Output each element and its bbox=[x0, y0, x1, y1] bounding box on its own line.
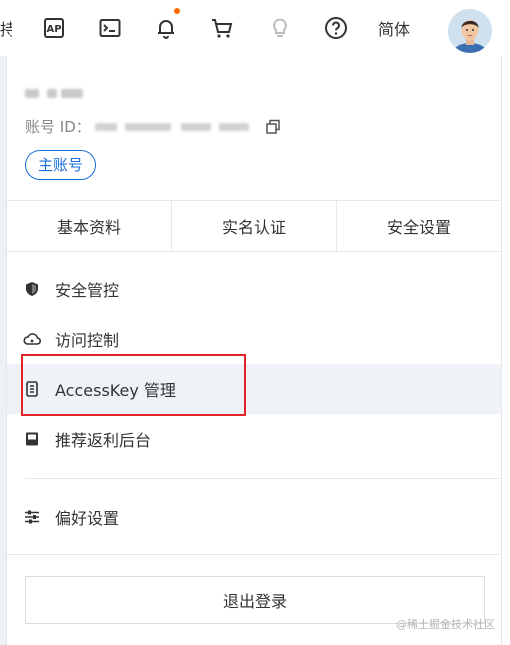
menu-item-label: 安全管控 bbox=[55, 281, 120, 300]
account-tabs: 基本资料 实名认证 安全设置 bbox=[7, 200, 501, 252]
sliders-icon bbox=[23, 508, 41, 526]
menu-item-preferences[interactable]: 偏好设置 bbox=[7, 492, 501, 542]
terminal-icon[interactable] bbox=[92, 10, 128, 46]
logout-divider bbox=[7, 554, 501, 555]
bell-icon[interactable] bbox=[148, 8, 184, 46]
cart-icon[interactable] bbox=[204, 10, 240, 46]
tab-security-settings[interactable]: 安全设置 bbox=[337, 201, 501, 251]
bulb-icon[interactable] bbox=[262, 10, 298, 46]
svg-text:AP: AP bbox=[46, 24, 61, 35]
folder-icon bbox=[23, 430, 41, 448]
notification-dot bbox=[174, 8, 180, 14]
menu-item-label: 推荐返利后台 bbox=[55, 431, 152, 450]
top-navigation-bar: 持 AP 简体 bbox=[0, 0, 510, 56]
tab-basic-info[interactable]: 基本资料 bbox=[7, 201, 172, 251]
shield-icon bbox=[23, 280, 41, 298]
menu-item-label: 偏好设置 bbox=[55, 509, 120, 528]
account-id-row: 账号 ID： bbox=[25, 116, 281, 137]
account-dropdown-panel: 账号 ID： 主账号 基本资料 实名认证 安全设置 安全管控 访问控制 Acce… bbox=[6, 56, 502, 645]
menu-item-security-control[interactable]: 安全管控 bbox=[7, 264, 501, 314]
tab-real-name-verification[interactable]: 实名认证 bbox=[172, 201, 337, 251]
truncated-nav-label[interactable]: 持 bbox=[0, 10, 12, 46]
help-icon[interactable] bbox=[318, 10, 354, 46]
copy-icon[interactable] bbox=[265, 119, 281, 135]
cloud-icon bbox=[23, 330, 41, 348]
menu-item-referral-rebate[interactable]: 推荐返利后台 bbox=[7, 414, 501, 464]
blurred-account-id bbox=[94, 120, 255, 134]
watermark: @稀土掘金技术社区 bbox=[396, 618, 495, 631]
menu-divider bbox=[25, 478, 501, 479]
main-account-badge: 主账号 bbox=[25, 150, 97, 180]
api-icon[interactable]: AP bbox=[36, 10, 72, 46]
avatar[interactable] bbox=[448, 9, 492, 53]
account-id-label: 账号 ID： bbox=[25, 118, 91, 136]
language-switch[interactable]: 简体 bbox=[374, 10, 414, 46]
blurred-username bbox=[25, 86, 89, 100]
highlight-annotation-box bbox=[21, 354, 246, 416]
menu-item-label: 访问控制 bbox=[55, 331, 120, 350]
